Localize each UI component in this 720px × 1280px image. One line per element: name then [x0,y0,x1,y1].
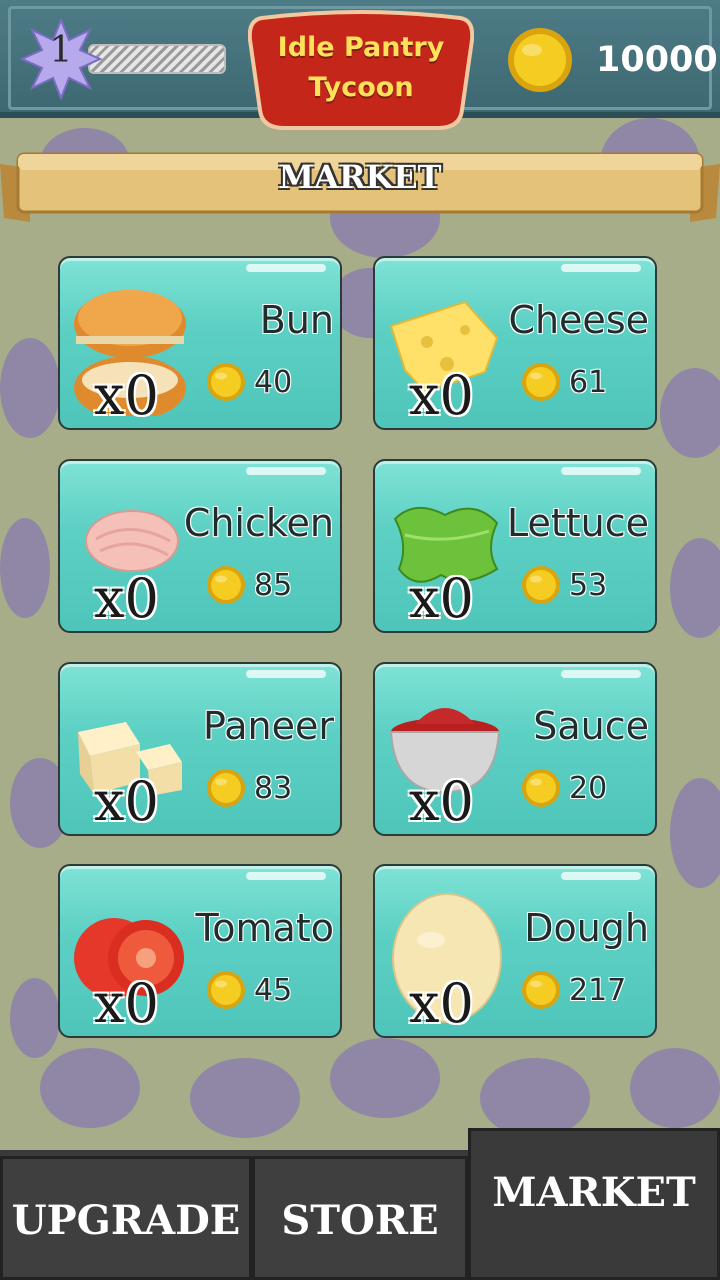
level-number: 1 [49,30,73,71]
item-name: Cheese [508,298,649,342]
card-shine [561,264,641,272]
item-card-chicken[interactable]: Chicken 85 x0 [58,459,342,633]
game-title-line1: Idle Pantry [277,32,445,63]
item-quantity: x0 [94,770,159,833]
card-shine [246,670,326,678]
item-name: Tomato [195,906,334,950]
coin-icon [206,565,246,605]
item-price: 53 [569,568,608,603]
card-shine [561,872,641,880]
store-tab-button[interactable]: STORE [252,1156,468,1280]
coin-icon [521,970,561,1010]
item-name: Lettuce [506,501,649,545]
coin-balance: 10000 [596,40,718,80]
game-title-line2: Tycoon [308,72,414,103]
item-card-tomato[interactable]: Tomato 45 x0 [58,864,342,1038]
item-price: 20 [569,771,608,806]
item-card-lettuce[interactable]: Lettuce 53 x0 [373,459,657,633]
item-price: 83 [254,771,293,806]
section-title: MARKET [278,158,442,196]
item-quantity: x0 [409,364,474,427]
item-quantity: x0 [94,972,159,1035]
coin-icon [206,970,246,1010]
item-card-cheese[interactable]: Cheese 61 x0 [373,256,657,430]
item-quantity: x0 [409,770,474,833]
xp-progress-bar [88,44,226,74]
item-quantity: x0 [94,567,159,630]
item-price: 40 [254,365,293,400]
item-price: 45 [254,973,293,1008]
item-card-bun[interactable]: Bun 40 x0 [58,256,342,430]
item-card-sauce[interactable]: Sauce 20 x0 [373,662,657,836]
item-name: Chicken [183,501,334,545]
upgrade-tab-label: UPGRADE [11,1197,241,1244]
item-card-dough[interactable]: Dough 217 x0 [373,864,657,1038]
item-name: Dough [524,906,649,950]
item-name: Paneer [203,704,334,748]
coin-icon [521,565,561,605]
coin-icon [206,768,246,808]
coin-icon [206,362,246,402]
item-card-paneer[interactable]: Paneer 83 x0 [58,662,342,836]
item-quantity: x0 [94,364,159,427]
item-name: Sauce [533,704,649,748]
market-tab-label: MARKET [492,1169,696,1216]
card-shine [246,467,326,475]
coin-icon [508,28,572,92]
coin-icon [521,768,561,808]
coin-icon [521,362,561,402]
card-shine [246,264,326,272]
upgrade-tab-button[interactable]: UPGRADE [0,1156,252,1280]
item-price: 61 [569,365,608,400]
game-title: Idle Pantry Tycoon [248,28,474,108]
item-price: 217 [569,973,627,1008]
item-price: 85 [254,568,293,603]
card-shine [246,872,326,880]
item-name: Bun [259,298,334,342]
item-quantity: x0 [409,972,474,1035]
card-shine [561,467,641,475]
card-shine [561,670,641,678]
market-tab-button[interactable]: MARKET [468,1128,720,1280]
item-quantity: x0 [409,567,474,630]
store-tab-label: STORE [281,1197,439,1244]
